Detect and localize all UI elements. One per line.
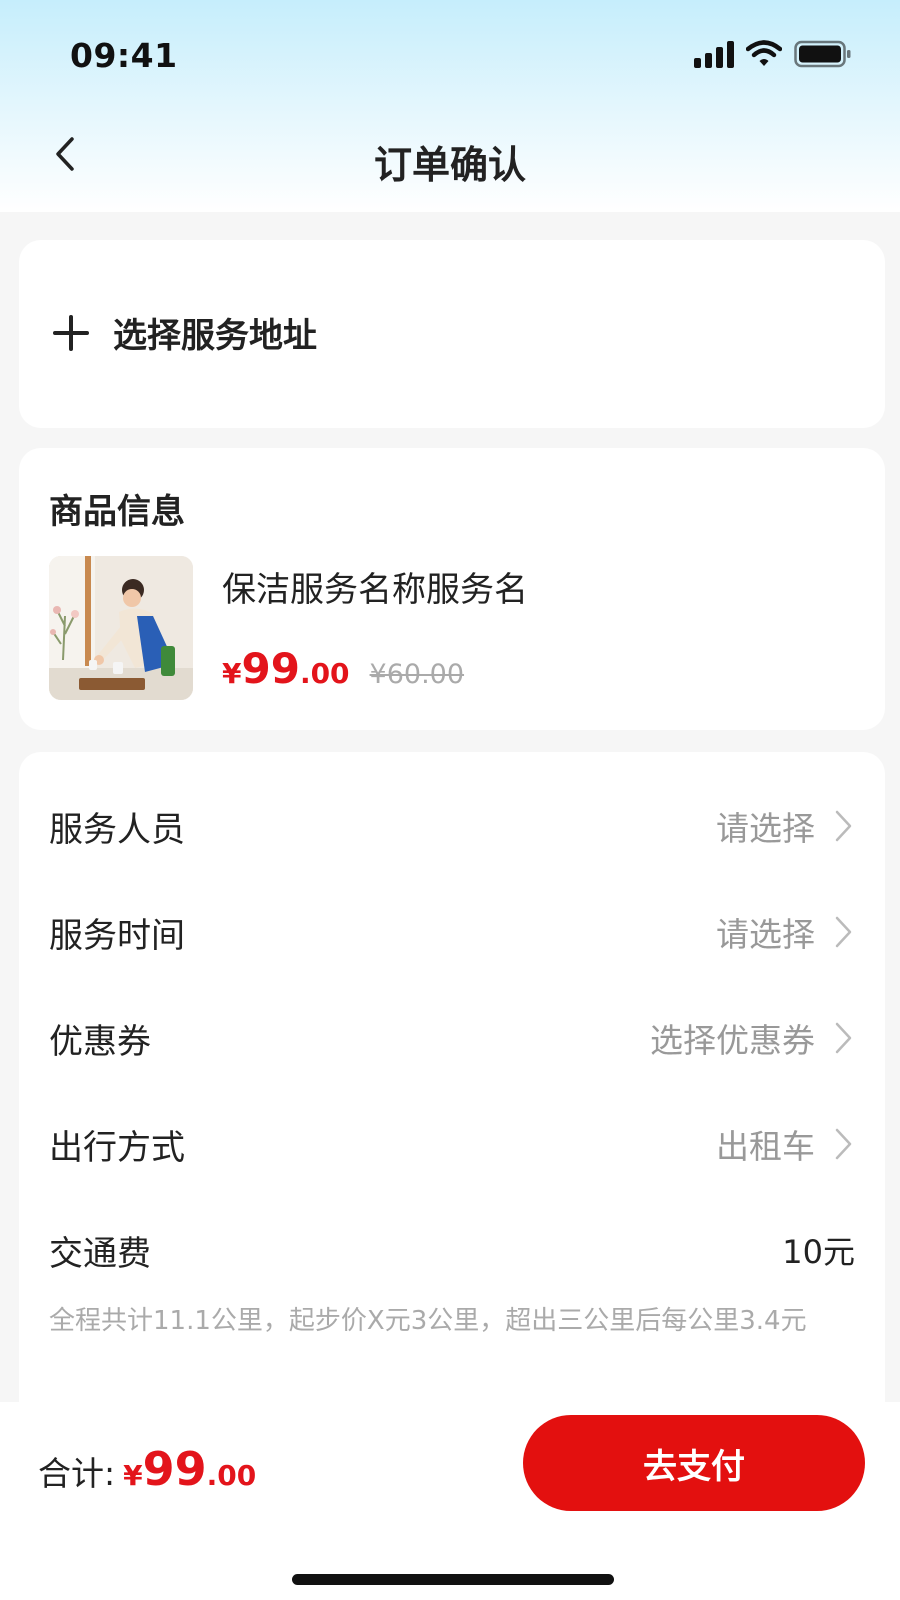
- service-staff-value: 请选择: [716, 809, 815, 848]
- chevron-right-icon: [833, 808, 855, 844]
- original-price: ¥60.00: [369, 659, 465, 690]
- total-label: 合计:: [38, 1454, 116, 1493]
- service-options-card: 服务人员 请选择 服务时间 请选择 优惠券 选择优惠券 出行方式 出租车 交通费…: [19, 752, 885, 1412]
- product-name: 保洁服务名称服务名: [222, 570, 528, 610]
- chevron-right-icon: [833, 1020, 855, 1056]
- product-info-card: 商品信息 保洁服务名称服务名 ¥99.00 ¥60.00: [19, 448, 885, 730]
- select-address-row[interactable]: 选择服务地址: [51, 308, 317, 357]
- travel-mode-label: 出行方式: [49, 1127, 185, 1168]
- plus-icon: [51, 313, 91, 353]
- service-staff-row[interactable]: 服务人员 请选择: [49, 796, 855, 856]
- price-row: ¥99.00 ¥60.00: [222, 644, 464, 693]
- product-thumbnail: [49, 556, 193, 700]
- product-section-title: 商品信息: [49, 492, 185, 532]
- battery-icon: [794, 40, 852, 68]
- page-title: 订单确认: [373, 143, 526, 187]
- header: 09:41 订单确认: [0, 0, 900, 212]
- current-price: ¥99.00: [222, 644, 350, 693]
- status-bar: 09:41: [0, 0, 900, 110]
- home-indicator: [292, 1574, 614, 1585]
- service-staff-label: 服务人员: [49, 809, 185, 850]
- bottom-bar: 合计: ¥99.00 去支付: [0, 1402, 900, 1600]
- transport-fee-value: 10元: [782, 1233, 855, 1271]
- order-total: 合计: ¥99.00: [38, 1442, 256, 1496]
- nav-bar: 订单确认: [0, 110, 900, 210]
- select-address-label: 选择服务地址: [113, 316, 317, 356]
- transport-fee-label: 交通费: [49, 1233, 151, 1274]
- signal-icon: [694, 40, 734, 68]
- status-icons: [694, 40, 852, 68]
- service-staff-selector[interactable]: 请选择: [716, 802, 855, 850]
- service-time-value: 请选择: [716, 915, 815, 954]
- wifi-icon: [746, 40, 782, 68]
- total-price: ¥99.00: [123, 1442, 257, 1496]
- coupon-label: 优惠券: [49, 1021, 151, 1062]
- service-time-selector[interactable]: 请选择: [716, 908, 855, 956]
- service-time-label: 服务时间: [49, 915, 185, 956]
- travel-mode-row[interactable]: 出行方式 出租车: [49, 1114, 855, 1174]
- service-time-row[interactable]: 服务时间 请选择: [49, 902, 855, 962]
- status-time: 09:41: [70, 36, 178, 75]
- order-confirm-page: 09:41 订单确认 选择服务地址 商品信息 保洁服务名称服务名 ¥99.00 …: [0, 0, 900, 1600]
- coupon-selector[interactable]: 选择优惠券: [650, 1014, 855, 1062]
- chevron-right-icon: [833, 914, 855, 950]
- select-address-card[interactable]: 选择服务地址: [19, 240, 885, 428]
- transport-fee-row: 交通费 10元: [49, 1220, 855, 1280]
- coupon-row[interactable]: 优惠券 选择优惠券: [49, 1008, 855, 1068]
- chevron-right-icon: [833, 1126, 855, 1162]
- pay-button[interactable]: 去支付: [523, 1415, 865, 1511]
- travel-mode-value: 出租车: [716, 1127, 815, 1166]
- coupon-value: 选择优惠券: [650, 1021, 815, 1060]
- transport-fee-description: 全程共计11.1公里，起步价X元3公里，超出三公里后每公里3.4元: [49, 1306, 807, 1336]
- travel-mode-selector[interactable]: 出租车: [716, 1120, 855, 1168]
